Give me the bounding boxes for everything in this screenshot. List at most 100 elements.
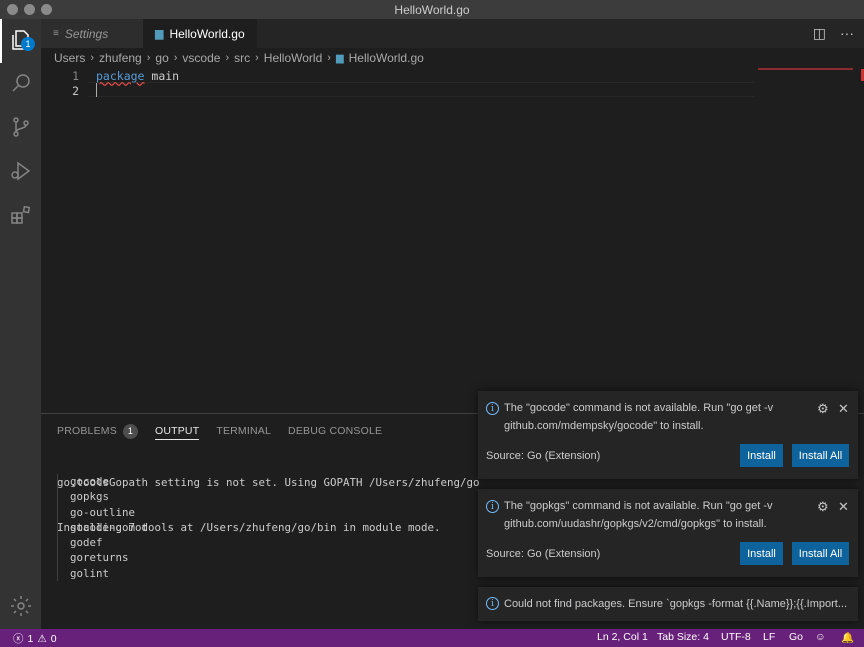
tab-helloworld-go[interactable]: ▆ HelloWorld.go (143, 19, 257, 48)
info-icon: i (486, 597, 499, 610)
tool-item: golint (70, 566, 110, 580)
panel-tab-label: PROBLEMS (57, 425, 117, 437)
error-count: 1 (27, 632, 34, 645)
install-all-button[interactable]: Install All (792, 444, 849, 467)
tab-output[interactable]: OUTPUT (154, 422, 200, 440)
extensions-icon[interactable] (8, 202, 33, 227)
encoding[interactable]: UTF-8 (721, 631, 751, 643)
breadcrumb-item[interactable]: src (234, 51, 250, 65)
code-line: 2 (41, 83, 79, 98)
notification-source: Source: Go (Extension) (486, 548, 601, 560)
settings-list-icon: ≡ (53, 28, 59, 39)
close-icon[interactable]: ✕ (838, 401, 852, 416)
tab-debug-console[interactable]: DEBUG CONSOLE (288, 422, 382, 440)
code-line: 1 package main (41, 68, 179, 83)
code-editor[interactable]: 1 package main 2 (41, 68, 864, 413)
tool-item: gopkgs (70, 490, 110, 504)
breadcrumb-item[interactable]: Users (54, 51, 85, 65)
line-content: package main (96, 69, 179, 83)
current-line-highlight (88, 82, 754, 97)
title-bar: HelloWorld.go (0, 0, 864, 19)
chevron-right-icon: › (173, 52, 178, 64)
cursor-position[interactable]: Ln 2, Col 1 (597, 631, 648, 643)
minimize-window-button[interactable] (24, 4, 35, 15)
run-debug-icon[interactable] (8, 158, 33, 183)
notification-gocode: i The "gocode" command is not available.… (478, 391, 858, 479)
warning-icon: ⚠ (37, 632, 47, 645)
close-icon[interactable]: ✕ (838, 499, 852, 514)
line-number: 1 (72, 68, 79, 83)
notifications-bell-icon[interactable]: 🔔 (841, 631, 854, 644)
install-all-button[interactable]: Install All (792, 542, 849, 565)
language-mode[interactable]: Go (789, 631, 803, 643)
chevron-right-icon: › (225, 52, 230, 64)
editor-tabs: ≡ Settings ▆ HelloWorld.go ◫ ··· (41, 19, 864, 48)
text-cursor (96, 83, 97, 97)
line-number: 2 (72, 83, 79, 98)
gear-icon[interactable]: ⚙ (817, 499, 831, 514)
more-actions-icon[interactable]: ··· (840, 25, 854, 42)
manage-gear-icon[interactable] (8, 593, 33, 618)
notification-message: Could not find packages. Ensure `gopkgs … (504, 598, 848, 610)
tab-label: HelloWorld.go (169, 26, 245, 41)
explorer-badge: 1 (21, 37, 35, 51)
error-icon: ⓧ (13, 633, 24, 645)
vscode-window: HelloWorld.go 1 ≡ Settings ▆ HelloWorld.… (0, 0, 864, 647)
breadcrumb-item[interactable]: HelloWorld.go (349, 51, 424, 65)
panel-tab-label: OUTPUT (154, 424, 200, 437)
tab-settings[interactable]: ≡ Settings (41, 19, 143, 48)
close-window-button[interactable] (7, 4, 18, 15)
go-file-icon: ▆ (155, 28, 164, 40)
breadcrumb: Users › zhufeng › go › vscode › src › He… (41, 48, 864, 68)
minimap-error-marker (758, 68, 853, 70)
notification-gopkgs: i The "gopkgs" command is not available.… (478, 489, 858, 577)
chevron-right-icon: › (146, 52, 151, 64)
code-text: main (144, 68, 180, 83)
info-icon: i (486, 402, 499, 415)
gear-icon[interactable]: ⚙ (817, 401, 831, 416)
maximize-window-button[interactable] (41, 4, 52, 15)
keyword-package: package (96, 68, 145, 83)
split-editor-icon[interactable]: ◫ (813, 25, 826, 42)
install-button[interactable]: Install (740, 542, 783, 565)
end-of-line[interactable]: LF (763, 631, 775, 643)
tool-item: go-outline (70, 505, 136, 519)
window-controls (7, 4, 52, 15)
chevron-right-icon: › (90, 52, 95, 64)
breadcrumb-item[interactable]: zhufeng (99, 51, 142, 65)
tool-item: gocode (70, 475, 110, 488)
breadcrumb-item[interactable]: vscode (182, 51, 220, 65)
window-title: HelloWorld.go (394, 2, 470, 17)
tab-actions: ◫ ··· (813, 25, 854, 42)
panel-tab-label: TERMINAL (216, 425, 272, 437)
status-bar: ⓧ 1 ⚠ 0 Ln 2, Col 1 Tab Size: 4 UTF-8 LF… (0, 629, 864, 647)
problems-count-badge: 1 (122, 423, 138, 439)
warning-count: 0 (50, 632, 57, 645)
tool-item: goreturns (70, 551, 129, 565)
problems-status[interactable]: ⓧ 1 ⚠ 0 (13, 631, 57, 646)
tab-label: Settings (64, 26, 109, 41)
notification-message: The "gopkgs" command is not available. R… (504, 500, 773, 530)
notification-message: The "gocode" command is not available. R… (504, 402, 774, 432)
panel-tabs: PROBLEMS 1 OUTPUT TERMINAL DEBUG CONSOLE (57, 422, 382, 440)
chevron-right-icon: › (255, 52, 259, 64)
breadcrumb-item[interactable]: go (155, 51, 168, 65)
tab-size[interactable]: Tab Size: 4 (657, 631, 709, 643)
active-indicator (0, 19, 2, 63)
notification-source: Source: Go (Extension) (486, 450, 601, 462)
breadcrumb-item[interactable]: HelloWorld (264, 51, 322, 65)
chevron-right-icon: › (327, 52, 331, 64)
tab-terminal[interactable]: TERMINAL (216, 422, 271, 440)
tool-item: godef (70, 536, 103, 550)
info-icon: i (486, 500, 499, 513)
tools-list: gocode gopkgs go-outline gocode-gomod go… (57, 474, 149, 582)
tab-problems[interactable]: PROBLEMS 1 (57, 422, 138, 440)
go-file-icon: ▆ (335, 52, 344, 64)
notification-packages: i Could not find packages. Ensure `gopkg… (478, 587, 858, 621)
search-icon[interactable] (8, 70, 33, 95)
tool-item: gocode-gomod (70, 520, 149, 534)
feedback-icon[interactable]: ☺ (815, 631, 826, 643)
source-control-icon[interactable] (8, 114, 33, 139)
activity-bar: 1 (0, 19, 41, 629)
install-button[interactable]: Install (740, 444, 783, 467)
